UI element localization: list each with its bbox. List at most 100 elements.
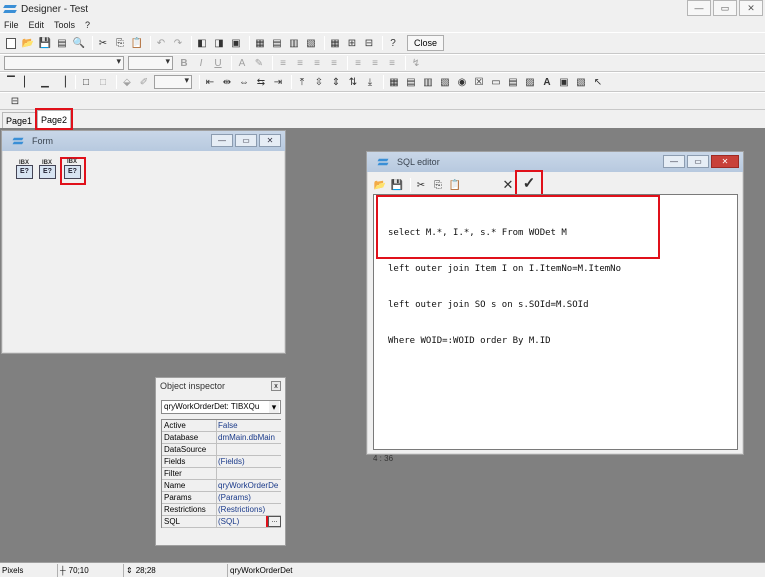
justify-icon[interactable]: ≡: [327, 56, 341, 70]
underline-icon[interactable]: U: [211, 56, 225, 70]
frame-left-icon[interactable]: ▏: [21, 75, 35, 89]
object-inspector-close-icon[interactable]: x: [271, 381, 281, 391]
valign-middle-icon[interactable]: ≡: [368, 56, 382, 70]
align-bottoms-icon[interactable]: ⤓: [363, 75, 377, 89]
tab-page2[interactable]: Page2: [35, 108, 74, 130]
sql-close-button[interactable]: ✕: [711, 155, 739, 168]
align-right-icon[interactable]: ≡: [310, 56, 324, 70]
window-title-bar[interactable]: Designer - Test — ▭ ✕: [0, 0, 765, 18]
menu-edit[interactable]: Edit: [29, 20, 45, 30]
button-icon[interactable]: ▭: [489, 75, 503, 89]
property-row[interactable]: Name qryWorkOrderDe: [162, 480, 281, 492]
align-grid-icon[interactable]: ⊞: [345, 36, 359, 50]
radio-icon[interactable]: ◉: [455, 75, 469, 89]
add-page-icon[interactable]: ▦: [253, 36, 267, 50]
data-tree-icon[interactable]: ⊟: [8, 94, 22, 108]
query-component-icon[interactable]: IBX E?: [39, 160, 57, 179]
frame-right-icon[interactable]: ▕: [55, 75, 69, 89]
object-inspector-title[interactable]: Object inspector: [156, 378, 285, 394]
font-size-combo[interactable]: [128, 56, 173, 70]
italic-icon[interactable]: I: [194, 56, 208, 70]
open-folder-icon[interactable]: 📂: [21, 36, 35, 50]
sql-cancel-icon[interactable]: ✕: [501, 177, 515, 192]
maximize-button[interactable]: ▭: [713, 0, 737, 16]
db-query-icon[interactable]: ▥: [421, 75, 435, 89]
property-row[interactable]: Database dmMain.dbMain: [162, 432, 281, 444]
align-middles-icon[interactable]: ⇳: [312, 75, 326, 89]
menu-file[interactable]: File: [4, 20, 19, 30]
property-row[interactable]: DataSource: [162, 444, 281, 456]
center-vert-icon[interactable]: ⇅: [346, 75, 360, 89]
align-lefts-icon[interactable]: ⇤: [203, 75, 217, 89]
sql-ok-icon[interactable]: ✓: [515, 170, 543, 196]
fill-color-icon[interactable]: ⬙: [120, 75, 134, 89]
highlight-icon[interactable]: ✎: [252, 56, 266, 70]
delete-page-icon[interactable]: ▥: [287, 36, 301, 50]
center-horz-icon[interactable]: ⇆: [254, 75, 268, 89]
space-vert-icon[interactable]: ⇕: [329, 75, 343, 89]
menu-tools[interactable]: Tools: [54, 20, 75, 30]
sql-cut-icon[interactable]: ✂: [414, 178, 428, 192]
line-width-combo[interactable]: [154, 75, 192, 89]
component-icon[interactable]: ▧: [574, 75, 588, 89]
db-grid-icon[interactable]: ▦: [387, 75, 401, 89]
line-color-icon[interactable]: ✐: [137, 75, 151, 89]
page-options-icon[interactable]: ▤: [270, 36, 284, 50]
paste-icon[interactable]: 📋: [130, 36, 144, 50]
checkbox-icon[interactable]: ☒: [472, 75, 486, 89]
property-row[interactable]: Params (Params): [162, 492, 281, 504]
sql-copy-icon[interactable]: ⎘: [431, 178, 445, 192]
sql-minimize-button[interactable]: —: [663, 155, 685, 168]
sql-open-icon[interactable]: 📂: [373, 178, 387, 192]
property-row[interactable]: Active False: [162, 420, 281, 432]
sql-text-area[interactable]: select M.*, I.*, s.* From WODet M left o…: [373, 194, 738, 450]
cut-icon[interactable]: ✂: [96, 36, 110, 50]
label-icon[interactable]: A: [540, 75, 554, 89]
toolbar-close-button[interactable]: Close: [407, 35, 445, 51]
property-row-sql[interactable]: SQL (SQL)...: [162, 516, 281, 528]
query-component-selected-icon[interactable]: IBX E?: [60, 157, 86, 185]
close-window-button[interactable]: ✕: [739, 0, 763, 16]
sql-paste-icon[interactable]: 📋: [448, 178, 462, 192]
minimize-button[interactable]: —: [687, 0, 711, 16]
rotate-text-icon[interactable]: ↯: [409, 56, 423, 70]
copy-icon[interactable]: ⎘: [113, 36, 127, 50]
print-icon[interactable]: ▤: [55, 36, 69, 50]
valign-bottom-icon[interactable]: ≡: [385, 56, 399, 70]
undo-icon[interactable]: ↶: [154, 36, 168, 50]
send-back-icon[interactable]: ◨: [212, 36, 226, 50]
form-maximize-button[interactable]: ▭: [235, 134, 257, 147]
pointer-icon[interactable]: ↖: [591, 75, 605, 89]
frame-top-icon[interactable]: ▔: [4, 75, 18, 89]
frame-all-icon[interactable]: □: [79, 75, 93, 89]
form-window-title-bar[interactable]: Form — ▭ ✕: [2, 131, 285, 151]
memo-icon[interactable]: ▤: [506, 75, 520, 89]
bring-front-icon[interactable]: ◧: [195, 36, 209, 50]
align-left-icon[interactable]: ≡: [276, 56, 290, 70]
preview-icon[interactable]: 🔍: [72, 36, 86, 50]
align-tops-icon[interactable]: ⤒: [295, 75, 309, 89]
valign-top-icon[interactable]: ≡: [351, 56, 365, 70]
form-minimize-button[interactable]: —: [211, 134, 233, 147]
property-row[interactable]: Fields (Fields): [162, 456, 281, 468]
frame-none-icon[interactable]: □: [96, 75, 110, 89]
grid-icon[interactable]: ▦: [328, 36, 342, 50]
align-centers-icon[interactable]: ⇹: [220, 75, 234, 89]
space-horz-icon[interactable]: ⇔: [237, 75, 251, 89]
sql-editor-title-bar[interactable]: SQL editor — ▭ ✕: [367, 152, 743, 172]
tab-page1[interactable]: Page1: [2, 112, 37, 128]
query-component-icon[interactable]: IBX E?: [16, 160, 34, 179]
property-row[interactable]: Filter: [162, 468, 281, 480]
db-table-icon[interactable]: ▤: [404, 75, 418, 89]
new-file-icon[interactable]: [4, 36, 18, 50]
menu-help[interactable]: ?: [85, 20, 90, 30]
form-close-button[interactable]: ✕: [259, 134, 281, 147]
db-edit-icon[interactable]: ▧: [438, 75, 452, 89]
bold-icon[interactable]: B: [177, 56, 191, 70]
sql-maximize-button[interactable]: ▭: [687, 155, 709, 168]
align-center-icon[interactable]: ≡: [293, 56, 307, 70]
font-name-combo[interactable]: [4, 56, 124, 70]
fit-grid-icon[interactable]: ⊟: [362, 36, 376, 50]
page-settings-icon[interactable]: ▧: [304, 36, 318, 50]
group-icon[interactable]: ▣: [229, 36, 243, 50]
